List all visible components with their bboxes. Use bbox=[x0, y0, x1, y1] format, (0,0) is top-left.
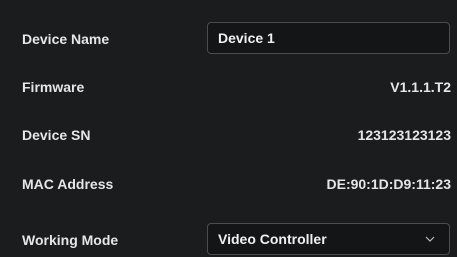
device-sn-row: Device SN 123123123123 bbox=[0, 118, 457, 152]
device-sn-label: Device SN bbox=[22, 127, 91, 143]
firmware-value: V1.1.1.T2 bbox=[390, 79, 451, 95]
mac-address-row: MAC Address DE:90:1D:D9:11:23 bbox=[0, 167, 457, 201]
working-mode-label: Working Mode bbox=[22, 232, 119, 248]
working-mode-select[interactable]: Video Controller bbox=[207, 223, 450, 255]
working-mode-selected-value: Video Controller bbox=[218, 231, 327, 247]
mac-address-label: MAC Address bbox=[22, 176, 114, 192]
firmware-row: Firmware V1.1.1.T2 bbox=[0, 70, 457, 104]
device-info-panel: Device Name Firmware V1.1.1.T2 Device SN… bbox=[0, 0, 457, 255]
mac-address-value: DE:90:1D:D9:11:23 bbox=[326, 176, 452, 192]
working-mode-row: Working Mode Video Controller bbox=[0, 223, 457, 257]
device-sn-value: 123123123123 bbox=[357, 127, 451, 143]
device-name-label: Device Name bbox=[22, 31, 110, 47]
device-name-row: Device Name bbox=[0, 22, 457, 56]
firmware-label: Firmware bbox=[22, 79, 85, 95]
chevron-down-icon bbox=[425, 236, 435, 242]
device-name-input[interactable] bbox=[207, 22, 450, 54]
